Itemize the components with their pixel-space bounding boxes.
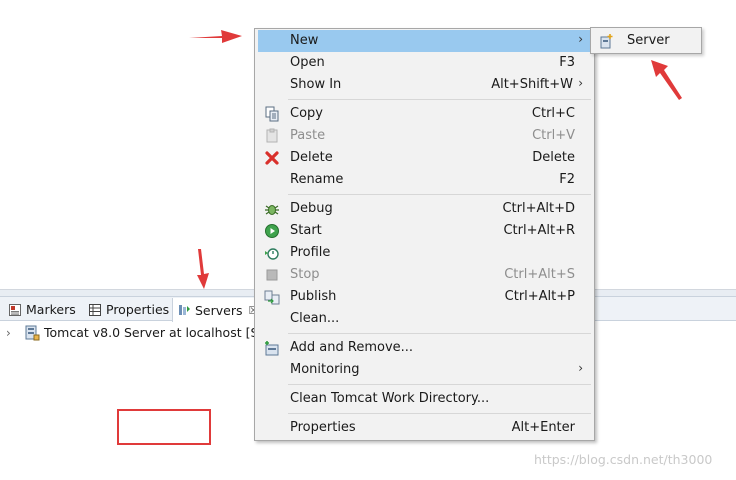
- stop-icon: [264, 267, 280, 283]
- annotation-arrow-server: [651, 60, 682, 100]
- tomcat-server-icon: [24, 325, 40, 341]
- publish-icon: [264, 289, 280, 305]
- menu-item-open[interactable]: Open F3: [258, 52, 591, 74]
- menu-item-add-and-remove[interactable]: Add and Remove...: [258, 337, 591, 359]
- shortcut: Alt+Enter: [511, 420, 575, 435]
- tree-item-tomcat[interactable]: › Tomcat v8.0 Server at localhost [St: [6, 323, 263, 342]
- menu-separator: [288, 384, 591, 385]
- menu-item-start[interactable]: Start Ctrl+Alt+R: [258, 220, 591, 242]
- menu-item-monitoring[interactable]: Monitoring ›: [258, 359, 591, 381]
- annotation-box: [117, 409, 211, 445]
- menu-item-clean-tomcat-work-directory[interactable]: Clean Tomcat Work Directory...: [258, 388, 591, 410]
- properties-icon: [88, 303, 102, 317]
- shortcut: Alt+Shift+W: [491, 77, 573, 92]
- menu-item-profile[interactable]: Profile: [258, 242, 591, 264]
- tab-servers[interactable]: Servers ☒: [172, 298, 264, 322]
- tab-label: Markers: [26, 302, 76, 317]
- menu-item-debug[interactable]: Debug Ctrl+Alt+D: [258, 198, 591, 220]
- menu-separator: [288, 413, 591, 414]
- shortcut: Ctrl+Alt+S: [504, 267, 575, 282]
- delete-icon: [264, 150, 280, 166]
- markers-icon: [8, 303, 22, 317]
- shortcut: Ctrl+Alt+D: [502, 201, 575, 216]
- new-server-icon: [598, 33, 614, 49]
- tab-markers[interactable]: Markers: [4, 298, 80, 321]
- menu-separator: [288, 99, 591, 100]
- chevron-right-icon: ›: [578, 76, 583, 90]
- tab-label: Properties: [106, 302, 170, 317]
- menu-item-publish[interactable]: Publish Ctrl+Alt+P: [258, 286, 591, 308]
- shortcut: Ctrl+C: [531, 106, 575, 121]
- annotation-arrow-servers-tab: [197, 249, 209, 289]
- menu-item-clean[interactable]: Clean...: [258, 308, 591, 330]
- new-submenu: Server: [590, 27, 702, 54]
- shortcut: F3: [559, 55, 575, 70]
- menu-item-delete[interactable]: Delete Delete: [258, 147, 591, 169]
- shortcut: Ctrl+Alt+R: [503, 223, 575, 238]
- tab-label: Servers: [195, 302, 243, 318]
- menu-item-stop[interactable]: Stop Ctrl+Alt+S: [258, 264, 591, 286]
- shortcut: Delete: [532, 150, 575, 165]
- profile-icon: [264, 245, 280, 261]
- menu-separator: [288, 194, 591, 195]
- submenu-item-server[interactable]: Server: [594, 30, 698, 52]
- debug-icon: [264, 201, 280, 217]
- menu-item-new[interactable]: New ›: [258, 30, 591, 52]
- add-remove-icon: [264, 340, 280, 356]
- shortcut: Ctrl+V: [532, 128, 575, 143]
- menu-item-properties[interactable]: Properties Alt+Enter: [258, 417, 591, 439]
- menu-item-show-in[interactable]: Show In Alt+Shift+W ›: [258, 74, 591, 96]
- servers-icon: [177, 303, 191, 317]
- menu-item-rename[interactable]: Rename F2: [258, 169, 591, 191]
- start-icon: [264, 223, 280, 239]
- copy-icon: [264, 106, 280, 122]
- menu-item-paste[interactable]: Paste Ctrl+V: [258, 125, 591, 147]
- tree-item-label: Tomcat v8.0 Server at localhost [St: [44, 325, 264, 340]
- menu-item-copy[interactable]: Copy Ctrl+C: [258, 103, 591, 125]
- chevron-right-icon: ›: [578, 361, 583, 375]
- chevron-right-icon[interactable]: ›: [6, 326, 20, 340]
- shortcut: F2: [559, 172, 575, 187]
- watermark-text: https://blog.csdn.net/th3000: [534, 452, 713, 467]
- chevron-right-icon: ›: [578, 32, 583, 46]
- context-menu: New › Open F3 Show In Alt+Shift+W › Copy…: [254, 28, 595, 441]
- shortcut: Ctrl+Alt+P: [504, 289, 575, 304]
- annotation-arrow-new: [189, 30, 242, 43]
- paste-icon: [264, 128, 280, 144]
- tab-properties[interactable]: Properties: [84, 298, 173, 321]
- menu-separator: [288, 333, 591, 334]
